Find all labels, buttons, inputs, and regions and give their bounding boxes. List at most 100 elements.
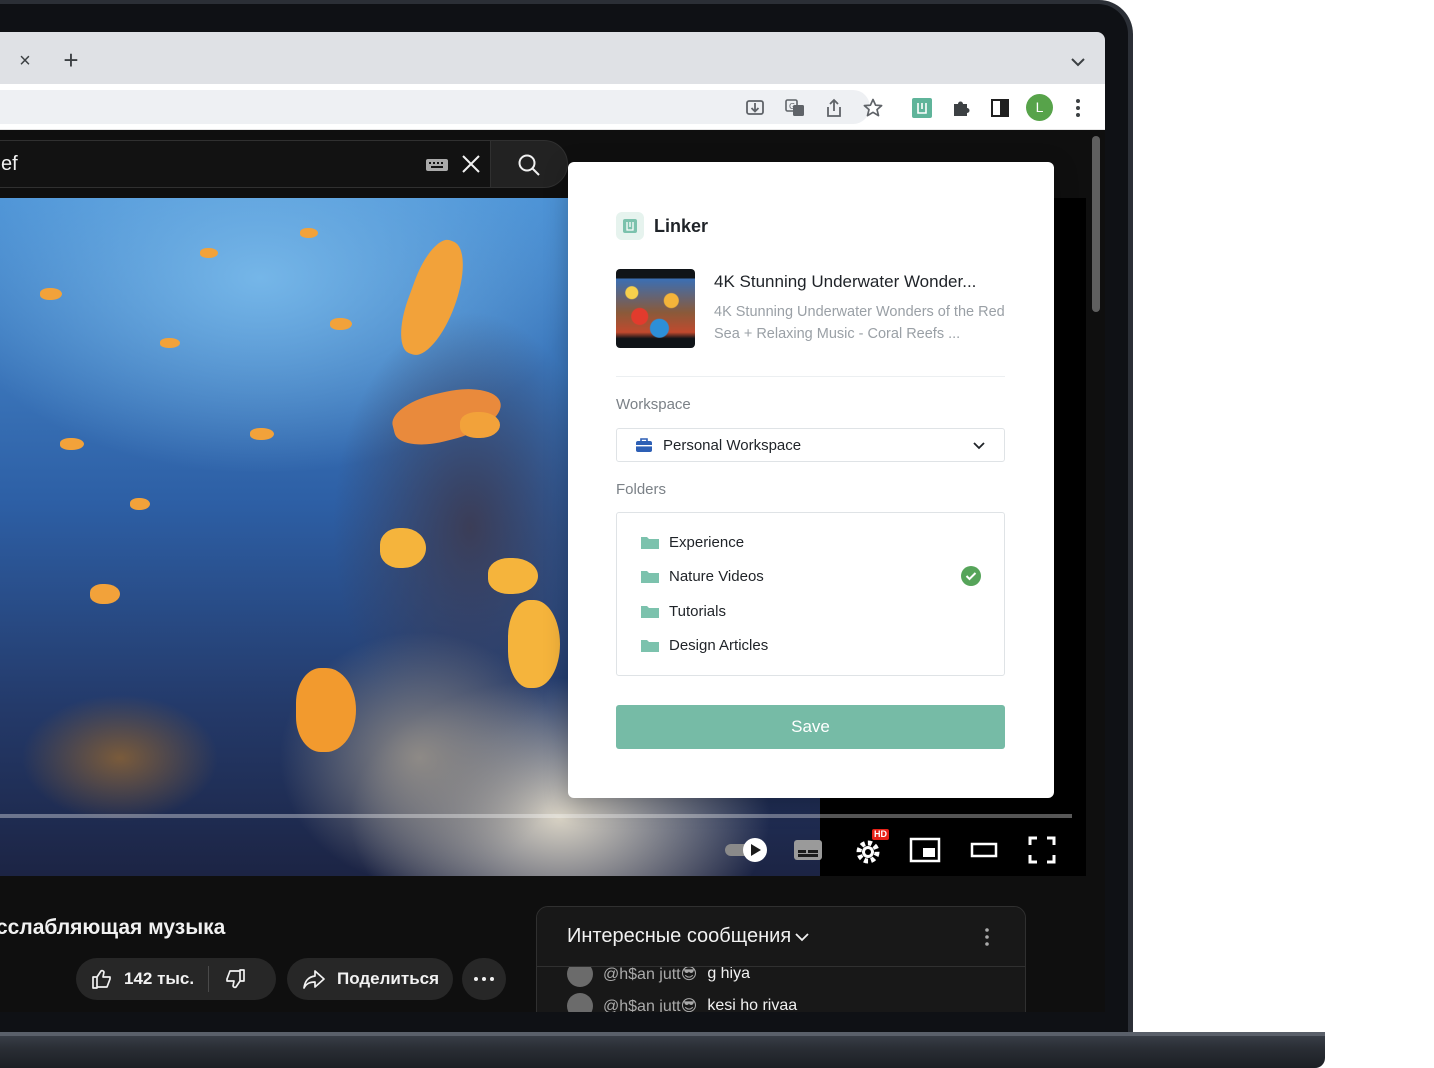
folder-list: Experience Nature Videos Tutorials Desig… (616, 512, 1005, 676)
divider (616, 376, 1005, 377)
like-dislike-group: 142 тыс. (76, 958, 276, 1000)
chat-avatar (567, 993, 593, 1012)
more-horizontal-icon (474, 977, 494, 981)
install-app-button[interactable] (744, 97, 766, 119)
selected-check-icon (961, 566, 981, 586)
linker-popup: Linker 4K Stunning Underwater Wonder... … (568, 162, 1054, 798)
chat-username[interactable]: @h$an jutt😎 (603, 996, 697, 1012)
search-query-text: ef (1, 153, 18, 175)
chevron-down-icon (973, 442, 985, 450)
save-button[interactable]: Save (616, 705, 1005, 749)
download-icon (746, 100, 764, 115)
linker-logo (616, 212, 644, 240)
youtube-search-button[interactable] (490, 140, 568, 188)
close-tab-button[interactable]: × (14, 50, 36, 72)
chat-mode-dropdown[interactable]: Интересные сообщения (567, 925, 791, 948)
miniplayer-icon (909, 837, 941, 863)
folder-item-nature-videos[interactable]: Nature Videos (641, 563, 981, 589)
new-tab-button[interactable]: + (58, 47, 84, 74)
fullscreen-icon (1028, 836, 1056, 864)
share-arrow-icon (303, 970, 325, 989)
profile-avatar[interactable]: L (1026, 94, 1053, 121)
folder-item-design-articles[interactable]: Design Articles (641, 632, 981, 658)
share-page-button[interactable] (823, 97, 845, 119)
thumbs-down-icon[interactable] (223, 967, 247, 991)
theater-mode-button[interactable] (966, 832, 1002, 868)
stage: × + G L ef HD сслабляющая музыка 142 тыс… (0, 0, 1434, 1068)
subtitles-icon (794, 840, 822, 860)
laptop-base-edge (0, 1032, 1325, 1036)
more-actions-button[interactable] (462, 958, 506, 1000)
autoplay-toggle[interactable] (722, 832, 770, 868)
chat-menu-icon[interactable] (983, 927, 991, 947)
star-icon (863, 98, 883, 117)
hd-badge: HD (872, 829, 889, 840)
folder-label: Tutorials (669, 602, 726, 620)
folder-item-tutorials[interactable]: Tutorials (641, 598, 981, 624)
scrollbar-thumb[interactable] (1092, 136, 1100, 312)
browser-menu-button[interactable] (1067, 97, 1089, 119)
saved-item-description: 4K Stunning Underwater Wonders of the Re… (714, 304, 1005, 342)
chat-header: Интересные сообщения (537, 907, 1025, 967)
bookmark-star-button[interactable] (862, 97, 884, 119)
linker-logo-icon (912, 98, 932, 118)
like-divider (208, 966, 210, 992)
youtube-search-input[interactable]: ef (0, 140, 500, 188)
tab-strip: × + (0, 32, 1105, 84)
linker-brand: Linker (616, 212, 708, 240)
kebab-menu-icon (1076, 99, 1080, 117)
linker-extension-button[interactable] (911, 97, 933, 119)
folder-icon (641, 571, 659, 583)
video-progress-bar[interactable] (0, 814, 1072, 818)
keyboard-icon[interactable] (425, 157, 449, 173)
workspace-select[interactable]: Personal Workspace (616, 428, 1005, 462)
folders-label: Folders (616, 481, 667, 498)
folder-item-experience[interactable]: Experience (641, 529, 981, 555)
tab-search-button[interactable] (1066, 52, 1090, 72)
autoplay-toggle-icon (725, 838, 767, 862)
folder-label: Design Articles (669, 636, 769, 654)
chevron-down-icon (1071, 58, 1085, 67)
puzzle-icon (954, 101, 970, 116)
laptop-base (0, 1032, 1325, 1068)
settings-button[interactable]: HD (848, 829, 889, 868)
chevron-down-icon[interactable] (793, 929, 811, 945)
browser-toolbar: G L (0, 84, 1105, 130)
thumbs-up-icon[interactable] (90, 967, 114, 991)
folder-icon (641, 537, 659, 549)
fullscreen-button[interactable] (1024, 832, 1060, 868)
address-bar[interactable] (0, 90, 870, 124)
folder-icon (641, 640, 659, 652)
workspace-label: Workspace (616, 396, 691, 413)
theater-icon (970, 842, 998, 858)
workspace-selected-value: Personal Workspace (663, 436, 802, 454)
chat-username[interactable]: @h$an jutt😎 (603, 964, 697, 984)
video-title: сслабляющая музыка (0, 916, 226, 939)
saved-item-title: 4K Stunning Underwater Wonder... (714, 272, 977, 291)
folder-icon (641, 606, 659, 618)
chat-text: g hiya (707, 965, 751, 982)
search-icon (518, 154, 540, 176)
side-panel-button[interactable] (989, 97, 1011, 119)
translate-icon: G (785, 99, 804, 116)
extensions-button[interactable] (950, 97, 972, 119)
share-button[interactable]: Поделиться (287, 958, 453, 1000)
translate-button[interactable]: G (784, 97, 806, 119)
folder-label: Experience (669, 533, 745, 551)
chat-text: kesi ho rivaa (707, 997, 798, 1012)
video-thumbnail (616, 269, 695, 348)
share-icon (827, 98, 841, 117)
miniplayer-button[interactable] (906, 832, 944, 868)
side-panel-icon (991, 99, 1009, 117)
linker-brand-name: Linker (654, 215, 709, 236)
screen: × + G L ef HD сслабляющая музыка 142 тыс… (0, 32, 1105, 1012)
chat-message: @h$an jutt😎 kesi ho rivaa (567, 993, 797, 1012)
folder-label: Nature Videos (669, 567, 764, 585)
clear-search-icon[interactable] (461, 154, 481, 174)
live-chat-panel: @h$an jutt😎 g hiya @h$an jutt😎 kesi ho r… (536, 906, 1026, 1012)
briefcase-icon (636, 438, 652, 452)
page-scrollbar[interactable] (1090, 130, 1102, 1012)
share-label: Поделиться (337, 969, 440, 988)
like-count[interactable]: 142 тыс. (124, 969, 194, 989)
subtitles-button[interactable] (790, 832, 826, 868)
